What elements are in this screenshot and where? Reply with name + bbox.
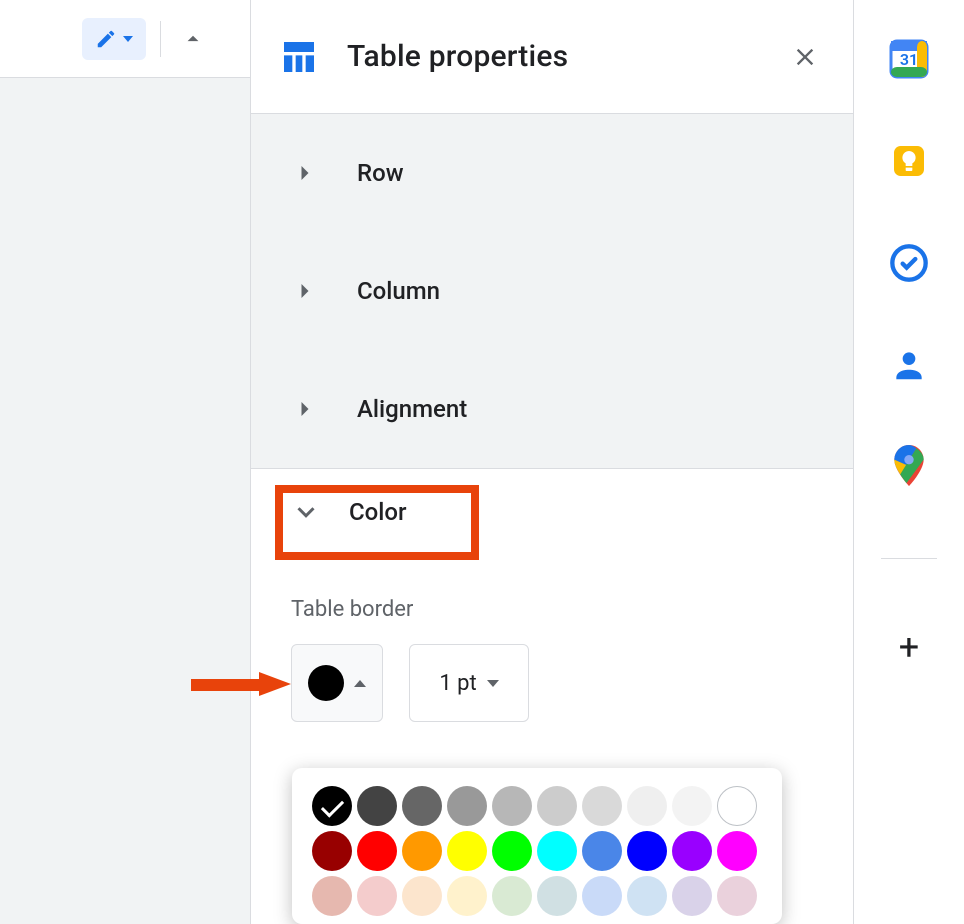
- color-swatch[interactable]: [357, 831, 397, 871]
- addons-sidebar: 31 +: [854, 0, 964, 924]
- sidebar-divider: [881, 558, 937, 559]
- color-swatch[interactable]: [537, 786, 577, 826]
- chevron-right-icon: [291, 395, 319, 423]
- border-width-button[interactable]: 1 pt: [409, 644, 529, 722]
- keep-icon: [889, 141, 929, 181]
- dropdown-caret-up-icon: [354, 680, 366, 687]
- close-icon: [791, 43, 819, 71]
- color-swatch[interactable]: [627, 831, 667, 871]
- sidebar-tasks[interactable]: [888, 242, 930, 284]
- dropdown-caret-down-icon: [487, 680, 499, 687]
- color-swatch[interactable]: [357, 876, 397, 916]
- sidebar-maps[interactable]: [888, 446, 930, 488]
- close-button[interactable]: [785, 37, 825, 77]
- editing-mode-button[interactable]: [82, 18, 146, 60]
- color-swatch[interactable]: [717, 831, 757, 871]
- chevron-right-icon: [291, 277, 319, 305]
- color-swatch[interactable]: [537, 831, 577, 871]
- panel-header: Table properties: [251, 0, 853, 114]
- section-color-header[interactable]: Color: [291, 497, 407, 527]
- dropdown-caret-icon: [123, 36, 133, 42]
- color-swatch[interactable]: [447, 786, 487, 826]
- contacts-icon: [890, 346, 928, 384]
- section-label: Alignment: [357, 395, 467, 423]
- table-border-label: Table border: [291, 597, 813, 622]
- collapse-toolbar-button[interactable]: [175, 21, 211, 57]
- table-icon: [279, 37, 319, 77]
- sidebar-add-addon[interactable]: +: [899, 629, 919, 665]
- color-swatch[interactable]: [582, 786, 622, 826]
- color-swatch[interactable]: [672, 876, 712, 916]
- color-swatch[interactable]: [492, 876, 532, 916]
- border-color-button[interactable]: [291, 644, 383, 722]
- border-controls: 1 pt: [291, 644, 813, 722]
- svg-text:31: 31: [900, 50, 918, 69]
- chevron-right-icon: [291, 159, 319, 187]
- color-swatch[interactable]: [312, 831, 352, 871]
- color-swatch[interactable]: [402, 876, 442, 916]
- section-column[interactable]: Column: [251, 232, 853, 350]
- chevron-down-icon: [291, 497, 321, 527]
- color-swatch[interactable]: [717, 786, 757, 826]
- sidebar-contacts[interactable]: [888, 344, 930, 386]
- toolbar-divider: [160, 21, 161, 57]
- color-swatch[interactable]: [672, 831, 712, 871]
- color-swatch[interactable]: [492, 786, 532, 826]
- color-swatch[interactable]: [627, 876, 667, 916]
- section-label: Row: [357, 159, 404, 187]
- color-swatch[interactable]: [357, 786, 397, 826]
- color-swatch[interactable]: [537, 876, 577, 916]
- color-swatch[interactable]: [582, 831, 622, 871]
- sidebar-keep[interactable]: [888, 140, 930, 182]
- color-swatch[interactable]: [492, 831, 532, 871]
- tasks-icon: [889, 243, 929, 283]
- color-swatch[interactable]: [312, 876, 352, 916]
- sidebar-calendar[interactable]: 31: [888, 38, 930, 80]
- color-swatch[interactable]: [402, 786, 442, 826]
- color-swatch[interactable]: [582, 876, 622, 916]
- chevron-up-icon: [180, 26, 206, 52]
- collapsed-sections: Row Column Alignment: [251, 114, 853, 468]
- color-swatch[interactable]: [447, 831, 487, 871]
- maps-icon: [891, 445, 927, 489]
- toolbar: [0, 0, 250, 78]
- color-swatch[interactable]: [312, 786, 352, 826]
- document-background: [0, 78, 250, 924]
- section-label: Color: [349, 498, 407, 526]
- color-swatch[interactable]: [447, 876, 487, 916]
- color-swatch[interactable]: [672, 786, 712, 826]
- pencil-icon: [95, 28, 117, 50]
- color-picker-popover: [292, 768, 782, 924]
- calendar-icon: 31: [889, 39, 929, 79]
- color-swatch[interactable]: [402, 831, 442, 871]
- section-row[interactable]: Row: [251, 114, 853, 232]
- border-width-value: 1 pt: [439, 671, 476, 696]
- current-color-swatch: [308, 665, 344, 701]
- color-swatch[interactable]: [627, 786, 667, 826]
- section-alignment[interactable]: Alignment: [251, 350, 853, 468]
- color-swatch[interactable]: [717, 876, 757, 916]
- section-label: Column: [357, 277, 440, 305]
- panel-title: Table properties: [347, 39, 757, 74]
